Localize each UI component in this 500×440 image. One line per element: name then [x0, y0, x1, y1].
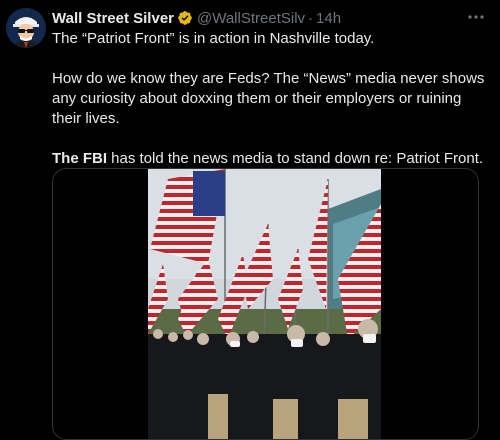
tweet-line-3-rest: has told the news media to stand down re… [107, 150, 484, 167]
fbi-bold-text: The FBI [52, 150, 107, 167]
tweet-line-3: The FBI has told the news media to stand… [52, 149, 490, 169]
author-handle[interactable]: @WallStreetSilv [197, 10, 305, 27]
more-options-icon[interactable] [466, 9, 486, 25]
tweet-line-1: The “Patriot Front” is in action in Nash… [52, 30, 375, 47]
separator-dot: · [308, 9, 314, 27]
media-container[interactable] [52, 168, 479, 440]
author-name[interactable]: Wall Street Silver [52, 10, 174, 27]
avatar[interactable] [6, 8, 46, 48]
video-thumbnail[interactable] [148, 169, 381, 439]
tweet-header: Wall Street Silver @WallStreetSilv · 14h [52, 8, 490, 28]
post-time[interactable]: 14h [316, 10, 341, 27]
tweet-line-2: How do we know they are Feds? The “News”… [52, 70, 485, 127]
verified-badge-icon[interactable] [177, 10, 193, 26]
tweet-text: The “Patriot Front” is in action in Nash… [52, 29, 490, 169]
avatar-icon [6, 8, 46, 48]
